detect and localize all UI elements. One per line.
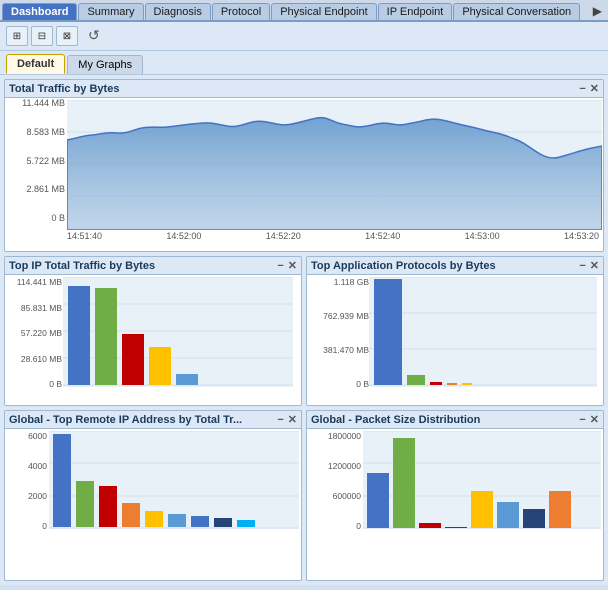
- tab-physical-conversation[interactable]: Physical Conversation: [453, 3, 580, 20]
- top-remote-chart-body: 6000 4000 2000 0: [5, 429, 301, 547]
- x-label-5: 14:53:20: [564, 231, 599, 241]
- top-ip-svg: [63, 277, 293, 406]
- top-ip-header: Top IP Total Traffic by Bytes − ✕: [5, 257, 301, 275]
- x-label-3: 14:52:40: [365, 231, 400, 241]
- top-ip-minimize[interactable]: −: [277, 260, 283, 272]
- top-ip-title: Top IP Total Traffic by Bytes: [9, 260, 155, 272]
- total-traffic-chart-body: 11.444 MB 8.583 MB 5.722 MB 2.861 MB 0 B: [5, 98, 603, 243]
- y-label-2: 5.722 MB: [26, 156, 65, 166]
- top-protocols-y1: 762.939 MB: [323, 311, 369, 321]
- x-label-4: 14:53:00: [465, 231, 500, 241]
- total-traffic-close[interactable]: ✕: [590, 82, 599, 95]
- top-protocols-close[interactable]: ✕: [590, 259, 599, 272]
- top-remote-y1: 4000: [28, 461, 47, 471]
- view-tab-my-graphs[interactable]: My Graphs: [67, 55, 143, 74]
- top-remote-y2: 2000: [28, 491, 47, 501]
- top-ip-y3: 28.610 MB: [21, 354, 62, 364]
- refresh-button[interactable]: ↺: [88, 27, 106, 45]
- top-ip-y2: 57.220 MB: [21, 328, 62, 338]
- packet-size-y0: 1800000: [328, 431, 361, 441]
- total-traffic-minimize[interactable]: −: [579, 83, 585, 95]
- toolbar: ⊞ ⊟ ⊠ ↺: [0, 22, 608, 51]
- toolbar-btn-grid[interactable]: ⊞: [6, 26, 28, 46]
- tab-dashboard[interactable]: Dashboard: [2, 3, 77, 20]
- packet-size-close[interactable]: ✕: [590, 413, 599, 426]
- tab-bar: Dashboard Summary Diagnosis Protocol Phy…: [0, 0, 608, 22]
- y-label-1: 8.583 MB: [26, 127, 65, 137]
- view-tab-default[interactable]: Default: [6, 54, 65, 74]
- tab-protocol[interactable]: Protocol: [212, 3, 270, 20]
- top-ip-y4: 0 B: [49, 379, 62, 389]
- y-label-3: 2.861 MB: [26, 184, 65, 194]
- top-ip-close[interactable]: ✕: [288, 259, 297, 272]
- top-protocols-title: Top Application Protocols by Bytes: [311, 260, 496, 272]
- top-remote-header: Global - Top Remote IP Address by Total …: [5, 411, 301, 429]
- toolbar-btn-split[interactable]: ⊟: [31, 26, 53, 46]
- total-traffic-title: Total Traffic by Bytes: [9, 83, 119, 95]
- top-ip-chart-body: 114.441 MB 85.831 MB 57.220 MB 28.610 MB…: [5, 275, 301, 405]
- total-traffic-y-axis: 11.444 MB 8.583 MB 5.722 MB 2.861 MB 0 B: [7, 98, 65, 223]
- top-remote-minimize[interactable]: −: [277, 414, 283, 426]
- packet-size-header: Global - Packet Size Distribution − ✕: [307, 411, 603, 429]
- top-remote-close[interactable]: ✕: [288, 413, 297, 426]
- top-protocols-svg: [369, 277, 597, 406]
- top-ip-y1: 85.831 MB: [21, 303, 62, 313]
- top-protocols-panel: Top Application Protocols by Bytes − ✕ 1…: [306, 256, 604, 406]
- tab-ip-endpoint[interactable]: IP Endpoint: [378, 3, 453, 20]
- packet-size-y1: 1200000: [328, 461, 361, 471]
- top-protocols-chart-body: 1.118 GB 762.939 MB 381.470 MB 0 B: [307, 275, 603, 405]
- view-tabs: Default My Graphs: [0, 51, 608, 75]
- packet-size-svg: [363, 431, 601, 549]
- top-protocols-header: Top Application Protocols by Bytes − ✕: [307, 257, 603, 275]
- packet-size-title: Global - Packet Size Distribution: [311, 414, 480, 426]
- top-protocols-y2: 381.470 MB: [323, 345, 369, 355]
- packet-size-panel: Global - Packet Size Distribution − ✕ 18…: [306, 410, 604, 581]
- y-label-4: 0 B: [51, 213, 65, 223]
- top-protocols-minimize[interactable]: −: [579, 260, 585, 272]
- top-ip-panel: Top IP Total Traffic by Bytes − ✕ 114.44…: [4, 256, 302, 406]
- tab-diagnosis[interactable]: Diagnosis: [145, 3, 211, 20]
- top-protocols-y0: 1.118 GB: [334, 277, 369, 287]
- total-traffic-svg: [67, 100, 602, 230]
- packet-size-y3: 0: [356, 521, 361, 531]
- tab-physical-endpoint[interactable]: Physical Endpoint: [271, 3, 376, 20]
- top-remote-svg: [49, 431, 299, 549]
- x-label-0: 14:51:40: [67, 231, 102, 241]
- bottom-row: Global - Top Remote IP Address by Total …: [4, 410, 604, 581]
- middle-row: Top IP Total Traffic by Bytes − ✕ 114.44…: [4, 256, 604, 406]
- packet-size-y-axis: 1800000 1200000 600000 0: [309, 431, 361, 531]
- top-protocols-y-axis: 1.118 GB 762.939 MB 381.470 MB 0 B: [309, 277, 369, 389]
- top-remote-y0: 6000: [28, 431, 47, 441]
- main-content: Total Traffic by Bytes − ✕ 11.444 MB 8.5…: [0, 75, 608, 585]
- packet-size-y2: 600000: [333, 491, 361, 501]
- toolbar-btn-close[interactable]: ⊠: [56, 26, 78, 46]
- x-label-1: 14:52:00: [166, 231, 201, 241]
- top-remote-panel: Global - Top Remote IP Address by Total …: [4, 410, 302, 581]
- packet-size-minimize[interactable]: −: [579, 414, 585, 426]
- total-traffic-x-axis: 14:51:40 14:52:00 14:52:20 14:52:40 14:5…: [67, 231, 599, 241]
- x-label-2: 14:52:20: [266, 231, 301, 241]
- total-traffic-header: Total Traffic by Bytes − ✕: [5, 80, 603, 98]
- tab-scroll-arrow[interactable]: ▶: [589, 2, 606, 20]
- top-ip-y0: 114.441 MB: [17, 277, 62, 287]
- top-protocols-y3: 0 B: [356, 379, 369, 389]
- top-remote-title: Global - Top Remote IP Address by Total …: [9, 414, 242, 426]
- total-traffic-panel: Total Traffic by Bytes − ✕ 11.444 MB 8.5…: [4, 79, 604, 252]
- top-ip-y-axis: 114.441 MB 85.831 MB 57.220 MB 28.610 MB…: [7, 277, 62, 389]
- tab-summary[interactable]: Summary: [78, 3, 143, 20]
- y-label-0: 11.444 MB: [22, 98, 65, 108]
- top-remote-y3: 0: [42, 521, 47, 531]
- packet-size-chart-body: 1800000 1200000 600000 0: [307, 429, 603, 547]
- top-remote-y-axis: 6000 4000 2000 0: [7, 431, 47, 531]
